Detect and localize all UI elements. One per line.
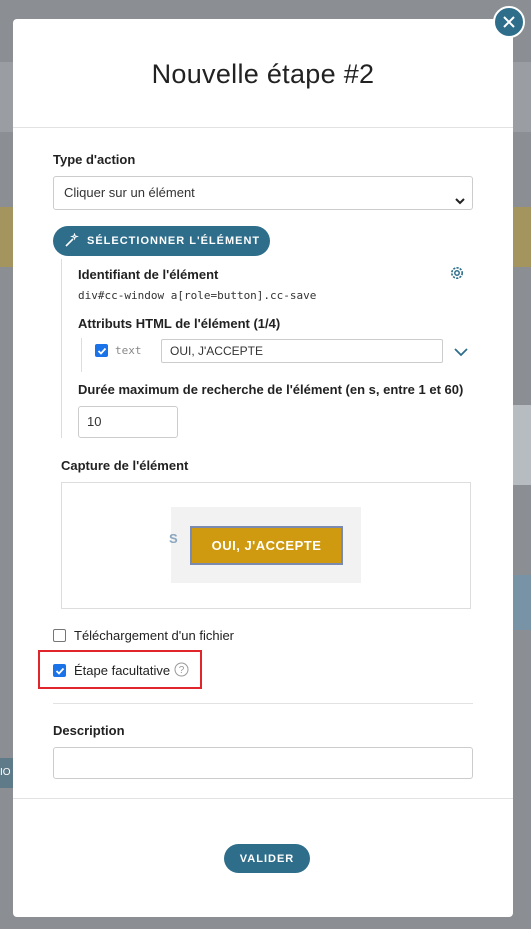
- select-element-label: SÉLECTIONNER L'ÉLÉMENT: [87, 235, 261, 247]
- chevron-down-icon: [454, 187, 466, 219]
- action-type-label: Type d'action: [53, 152, 136, 167]
- attribute-name: text: [115, 344, 142, 357]
- action-type-select[interactable]: Cliquer sur un élément: [53, 176, 473, 210]
- description-input[interactable]: [53, 747, 473, 779]
- download-checkbox-label: Téléchargement d'un fichier: [74, 628, 235, 643]
- backdrop-panel: [513, 575, 531, 630]
- duration-input[interactable]: 10: [78, 406, 178, 438]
- magic-wand-icon: [65, 231, 79, 250]
- chevron-down-icon[interactable]: [453, 344, 469, 362]
- divider: [13, 798, 513, 799]
- element-section-rule: [61, 259, 62, 438]
- modal-title: Nouvelle étape #2: [151, 59, 375, 89]
- divider: [13, 127, 513, 128]
- attribute-checkbox[interactable]: [95, 344, 108, 357]
- divider: [53, 703, 473, 704]
- element-capture: S OUI, J'ACCEPTE: [61, 482, 471, 609]
- download-checkbox[interactable]: [53, 629, 66, 642]
- close-button[interactable]: [493, 6, 525, 38]
- submit-button[interactable]: VALIDER: [224, 844, 310, 873]
- backdrop-button: IO: [0, 758, 13, 788]
- duration-label: Durée maximum de recherche de l'élément …: [78, 382, 464, 397]
- identifier-label: Identifiant de l'élément: [78, 267, 219, 282]
- select-element-button[interactable]: SÉLECTIONNER L'ÉLÉMENT: [53, 226, 270, 256]
- capture-label: Capture de l'élément: [61, 458, 189, 473]
- optional-step-checkbox[interactable]: [53, 664, 66, 677]
- action-type-value: Cliquer sur un élément: [64, 185, 195, 200]
- help-icon[interactable]: ?: [174, 662, 189, 682]
- close-icon: [503, 16, 515, 28]
- description-label: Description: [53, 723, 125, 738]
- gear-icon[interactable]: [449, 265, 465, 286]
- captured-accept-button: OUI, J'ACCEPTE: [190, 526, 343, 565]
- svg-text:?: ?: [179, 665, 185, 676]
- capture-partial-text: S: [169, 531, 178, 546]
- attribute-value-input[interactable]: OUI, J'ACCEPTE: [161, 339, 443, 363]
- attributes-rule: [81, 338, 82, 372]
- step-modal: Nouvelle étape #2 Type d'action Cliquer …: [13, 19, 513, 917]
- optional-step-label: Étape facultative: [74, 663, 171, 678]
- attributes-label: Attributs HTML de l'élément (1/4): [78, 316, 281, 331]
- identifier-value: div#cc-window a[role=button].cc-save: [78, 289, 317, 302]
- capture-image: S OUI, J'ACCEPTE: [169, 507, 361, 583]
- backdrop-panel: [513, 405, 531, 485]
